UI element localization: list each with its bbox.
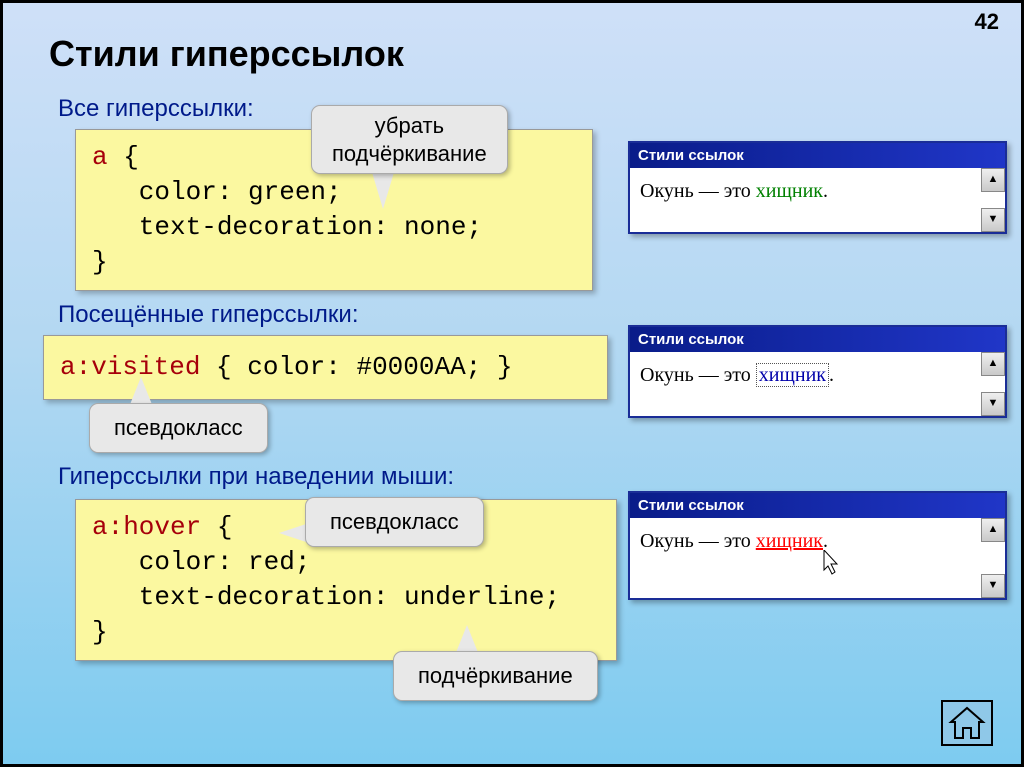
link-hover: хищник bbox=[756, 530, 823, 552]
browser-preview-hover: Стили ссылок ▲ ▼ Окунь — это хищник. bbox=[628, 491, 1007, 600]
browser-titlebar: Стили ссылок bbox=[630, 493, 1005, 518]
section-hover-links: Гиперссылки при наведении мыши: bbox=[58, 463, 454, 491]
page-number: 42 bbox=[975, 9, 999, 35]
page-title: Стили гиперссылок bbox=[49, 33, 404, 75]
callout-pseudoclass-2: псевдокласс bbox=[305, 497, 484, 547]
link-visited: хищник bbox=[756, 363, 829, 387]
section-all-links: Все гиперссылки: bbox=[58, 95, 254, 123]
scroll-up-icon[interactable]: ▲ bbox=[981, 518, 1005, 542]
scroll-up-icon[interactable]: ▲ bbox=[981, 352, 1005, 376]
scroll-down-icon[interactable]: ▼ bbox=[981, 574, 1005, 598]
browser-preview-visited: Стили ссылок ▲ ▼ Окунь — это хищник. bbox=[628, 325, 1007, 418]
scroll-up-icon[interactable]: ▲ bbox=[981, 168, 1005, 192]
browser-preview-green: Стили ссылок ▲ ▼ Окунь — это хищник. bbox=[628, 141, 1007, 234]
link-green: хищник bbox=[756, 180, 823, 202]
browser-titlebar: Стили ссылок bbox=[630, 327, 1005, 352]
section-visited-links: Посещённые гиперссылки: bbox=[58, 301, 359, 329]
callout-no-underline: убратьподчёркивание bbox=[311, 105, 508, 174]
browser-titlebar: Стили ссылок bbox=[630, 143, 1005, 168]
home-button[interactable] bbox=[941, 700, 993, 746]
cursor-icon bbox=[822, 550, 842, 576]
scroll-down-icon[interactable]: ▼ bbox=[981, 208, 1005, 232]
callout-underline: подчёркивание bbox=[393, 651, 598, 701]
code-block-visited: a:visited { color: #0000AA; } bbox=[43, 335, 608, 400]
scroll-down-icon[interactable]: ▼ bbox=[981, 392, 1005, 416]
callout-pseudoclass-1: псевдокласс bbox=[89, 403, 268, 453]
